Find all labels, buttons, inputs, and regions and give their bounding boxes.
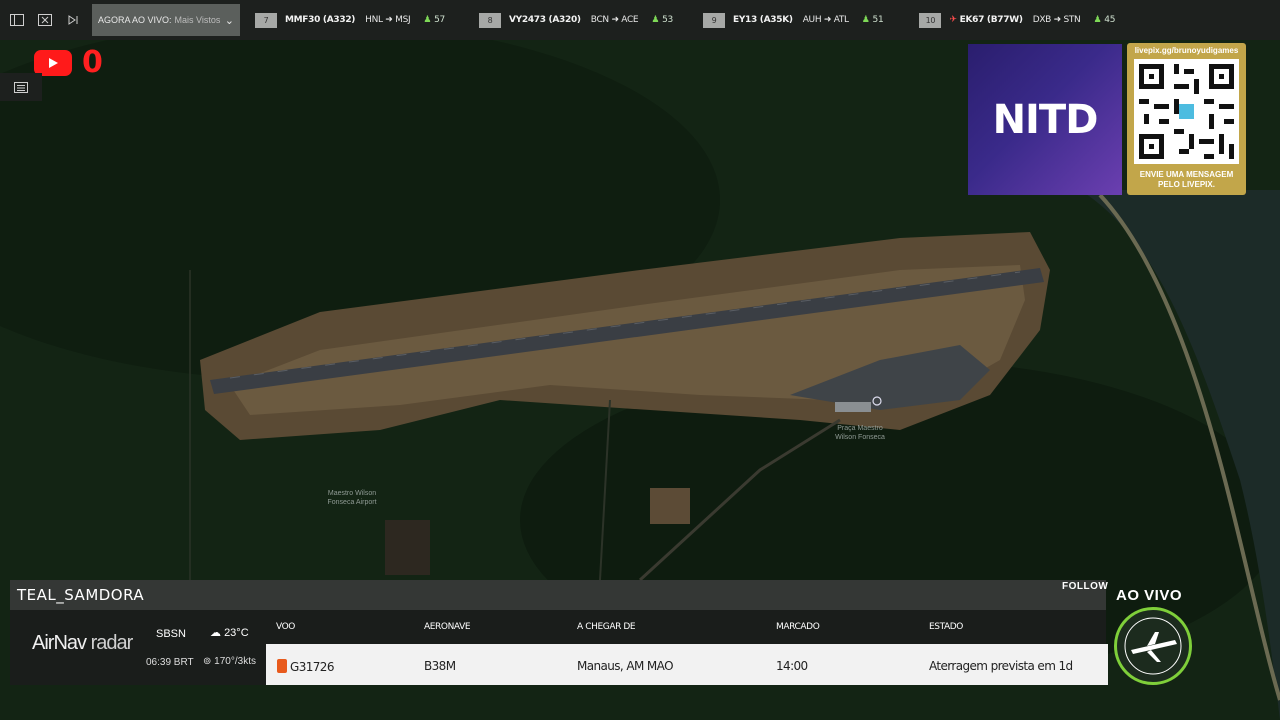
col-header-chegar: A CHEGAR DE bbox=[577, 622, 636, 632]
table-row[interactable]: G31726 B38M Manaus, AM MAO 14:00 Aterrag… bbox=[266, 644, 1108, 685]
chevron-down-icon: ⌄ bbox=[224, 14, 234, 27]
col-header-marcado: MARCADO bbox=[776, 622, 820, 632]
livepix-url: livepix.gg/brunoyudigames bbox=[1134, 46, 1239, 55]
list-view-button[interactable] bbox=[0, 73, 42, 101]
youtube-counter: 0 bbox=[34, 45, 103, 80]
livepix-message-line-2: PELO LIVEPIX. bbox=[1158, 180, 1215, 189]
follow-button[interactable]: FOLLOW bbox=[1062, 581, 1108, 592]
flight-route: DXB ➜ STN bbox=[1032, 15, 1081, 25]
origin: Manaus, AM MAO bbox=[577, 659, 674, 673]
col-header-estado: ESTADO bbox=[929, 622, 963, 632]
cloud-icon: ☁ bbox=[210, 627, 221, 639]
flight-rank: 7 bbox=[255, 12, 277, 28]
panel-title: TEAL_SAMDORA bbox=[17, 586, 145, 604]
flight-item[interactable]: 7 MMF30 (A332) HNL ➜ MSJ ♟ 57 bbox=[255, 0, 445, 40]
plane-icon: ✈ bbox=[949, 15, 957, 25]
list-icon bbox=[14, 81, 28, 93]
viewers-icon: ♟ bbox=[861, 15, 870, 25]
col-header-voo: VOO bbox=[276, 622, 295, 632]
airport-icao: SBSN bbox=[156, 628, 186, 640]
flight-item[interactable]: 9 EY13 (A35K) AUH ➜ ATL ♟ 51 bbox=[702, 0, 884, 40]
flight-code: EK67 (B77W) bbox=[959, 15, 1023, 25]
arrow-icon: ➜ bbox=[611, 15, 619, 25]
arrow-icon: ➜ bbox=[823, 15, 832, 25]
youtube-icon bbox=[34, 49, 72, 76]
airnav-brand-suffix: radar bbox=[90, 632, 134, 654]
arrow-icon: ➜ bbox=[385, 15, 393, 25]
aircraft-type: B38M bbox=[424, 659, 456, 673]
livepix-message-line-1: ENVIE UMA MENSAGEM bbox=[1139, 170, 1234, 179]
flight-code: EY13 (A35K) bbox=[732, 15, 793, 25]
livepix-qr-card: livepix.gg/brunoyudigames ENVIE UMA MENS… bbox=[1127, 43, 1246, 195]
arrow-icon: ➜ bbox=[1053, 15, 1062, 25]
sponsor-logo-text: NITD bbox=[992, 96, 1099, 143]
flight-status: Aterragem prevista em 1d bbox=[929, 659, 1073, 673]
col-header-aeronave: AERONAVE bbox=[424, 622, 471, 632]
airport-map-label-2: Fonseca Airport bbox=[327, 499, 376, 506]
flight-rank: 9 bbox=[702, 12, 725, 28]
flight-code: MMF30 (A332) bbox=[285, 15, 356, 25]
flight-rank: 10 bbox=[919, 12, 942, 28]
flight-item[interactable]: 10 ✈ EK67 (B77W) DXB ➜ STN ♟ 45 bbox=[919, 0, 1115, 40]
live-filter-dropdown[interactable]: AGORA AO VIVO: Mais Vistos ⌄ bbox=[92, 4, 240, 36]
airline-logo-icon bbox=[277, 659, 287, 673]
qr-code-icon bbox=[1134, 59, 1239, 164]
wind-icon: ⊚ bbox=[203, 656, 212, 667]
channel-badge-icon bbox=[1114, 607, 1192, 685]
flight-code: VY2473 (A320) bbox=[508, 15, 581, 25]
flight-viewers: 57 bbox=[434, 15, 445, 25]
sponsor-logo: NITD bbox=[968, 44, 1122, 195]
livepix-message: ENVIE UMA MENSAGEM PELO LIVEPIX. bbox=[1127, 170, 1246, 190]
live-filter-value: Mais Vistos bbox=[174, 15, 221, 25]
flight-route: BCN ➜ ACE bbox=[590, 15, 639, 25]
flight-viewers: 53 bbox=[662, 15, 673, 25]
live-filter-label: AGORA AO VIVO: bbox=[98, 15, 172, 25]
close-panel-icon[interactable] bbox=[34, 9, 56, 31]
live-label: AO VIVO bbox=[1116, 587, 1183, 604]
flight-viewers: 51 bbox=[872, 15, 884, 25]
flight-number: G31726 bbox=[277, 659, 334, 674]
skip-next-icon[interactable] bbox=[62, 9, 84, 31]
viewers-icon: ♟ bbox=[1093, 15, 1102, 25]
panel-title-bar: TEAL_SAMDORA bbox=[10, 580, 1106, 610]
flight-rank: 8 bbox=[478, 12, 501, 28]
scheduled-time: 14:00 bbox=[776, 659, 808, 673]
flight-viewers: 45 bbox=[1104, 15, 1116, 25]
airnav-brand: AirNav bbox=[32, 632, 87, 654]
top-flights-bar: AGORA AO VIVO: Mais Vistos ⌄ 7 MMF30 (A3… bbox=[0, 0, 1280, 40]
flight-route: HNL ➜ MSJ bbox=[365, 15, 411, 25]
plaza-map-label: Praça Maestro bbox=[837, 425, 883, 432]
viewers-icon: ♟ bbox=[423, 15, 432, 25]
viewers-icon: ♟ bbox=[651, 15, 660, 25]
table-header: VOO AERONAVE A CHEGAR DE MARCADO ESTADO bbox=[266, 610, 1106, 644]
flight-info-panel: TEAL_SAMDORA AirNav radar SBSN 06:39 BRT… bbox=[10, 580, 1108, 685]
youtube-count: 0 bbox=[82, 45, 103, 80]
airport-map-label: Maestro Wilson bbox=[328, 490, 376, 497]
plaza-map-label-2: Wilson Fonseca bbox=[835, 434, 885, 441]
airnav-logo: AirNav radar bbox=[32, 632, 134, 655]
sidebar-toggle-icon[interactable] bbox=[6, 9, 28, 31]
flight-route: AUH ➜ ATL bbox=[802, 15, 849, 25]
wind: ⊚ 170°/3kts bbox=[203, 656, 256, 667]
local-time: 06:39 BRT bbox=[146, 657, 194, 668]
temperature: ☁ 23°C bbox=[210, 627, 249, 639]
flight-item[interactable]: 8 VY2473 (A320) BCN ➜ ACE ♟ 53 bbox=[478, 0, 673, 40]
